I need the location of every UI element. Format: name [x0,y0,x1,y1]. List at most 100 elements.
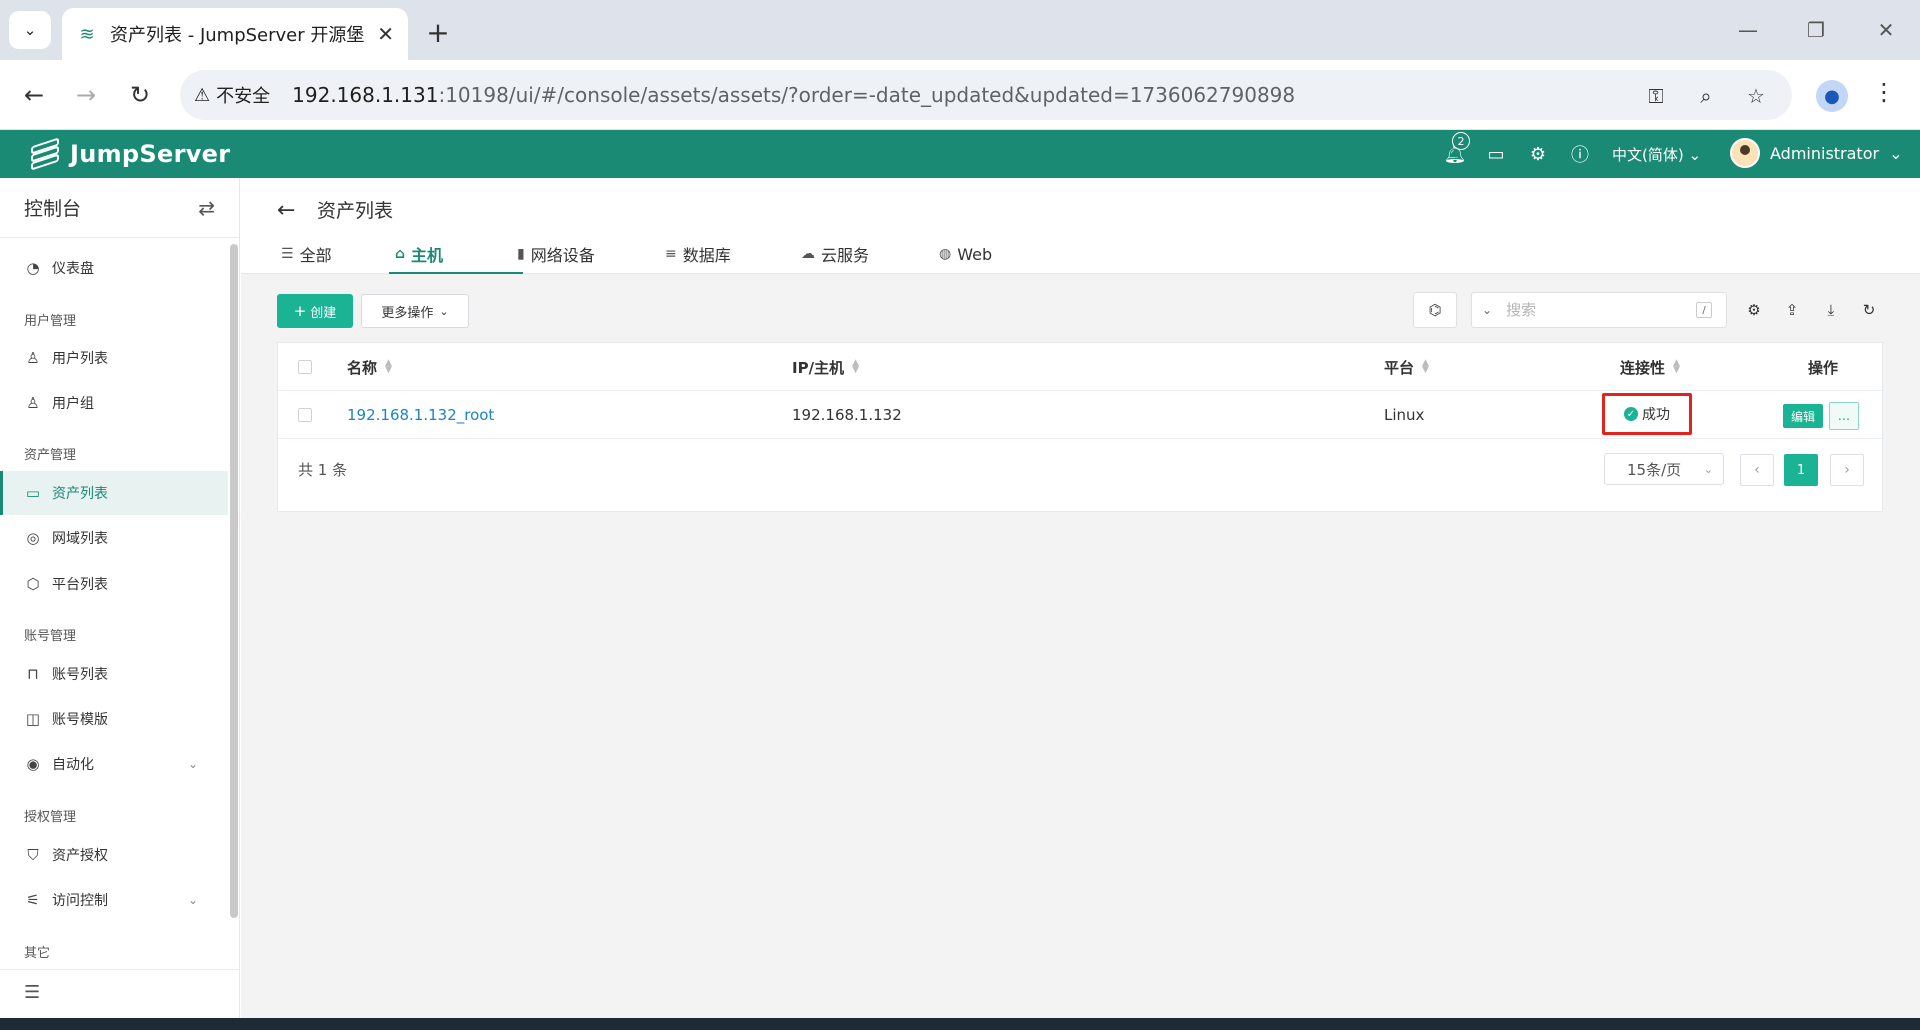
sidebar-item-label: 仪表盘 [52,261,94,277]
chevron-down-icon: ⌄ [187,893,198,907]
key-icon[interactable]: ⚿ [1642,82,1670,110]
switch-view-icon[interactable]: ⇄ [198,196,215,220]
column-label: IP/主机 [792,358,845,377]
url-text[interactable]: 192.168.1.131:10198/ui/#/console/assets/… [292,83,1295,107]
sidebar-item-label: 网域列表 [52,531,108,547]
restore-button[interactable]: ❐ [1796,14,1836,46]
chevron-down-icon: ⌄ [1688,146,1702,164]
new-tab-button[interactable]: + [420,14,456,50]
table-header: 名称 ▲ ▼ IP/主机 ▲ ▼ 平台 ▲ ▼ 连接性 ▲ ▼ 操作 [278,343,1882,391]
edit-button[interactable]: 编辑 [1783,404,1823,428]
sort-icon[interactable]: ▲ ▼ [1673,359,1680,375]
site-info-button[interactable]: ⚠ 不安全 [194,82,280,108]
jumpserver-favicon-icon: ≋ [79,23,95,45]
sidebar-item-user-list[interactable]: ♙ 用户列表 [0,336,228,380]
username: Administrator [1770,143,1880,163]
settings-icon[interactable]: ⚙ [1744,300,1764,320]
sort-icon[interactable]: ▲ ▼ [385,359,392,375]
sidebar-item-asset-permission[interactable]: ⛉ 资产授权 [0,833,228,877]
reload-icon[interactable]: ↻ [122,77,158,113]
tab-search-button[interactable]: ⌄ [9,11,51,49]
upload-icon[interactable]: ⇪ [1782,300,1802,320]
sidebar-item-automation[interactable]: ◉ 自动化 ⌄ [0,742,228,786]
url-path: :10198/ui/#/console/assets/assets/?order… [438,83,1296,107]
sidebar-item-dashboard[interactable]: ◔ 仪表盘 [0,246,228,290]
gear-icon[interactable]: ⚙ [1526,142,1550,166]
close-window-button[interactable]: ✕ [1866,14,1906,46]
zoom-icon[interactable]: ⌕ [1692,82,1720,110]
tab-web[interactable]: ◍ Web [939,236,1019,272]
chevron-down-icon[interactable]: ⌄ [1482,303,1492,317]
user-icon: ♙ [26,349,40,367]
forward-arrow-icon[interactable]: → [68,77,104,113]
cloud-icon: ☁ [801,246,815,262]
language-selector[interactable]: 中文(简体) ⌄ [1612,144,1701,165]
prev-page-button[interactable]: ‹ [1740,454,1774,486]
close-tab-icon[interactable]: ✕ [377,22,394,46]
tag-filter-button[interactable]: ⌬ [1413,292,1457,328]
column-header-name[interactable]: 名称 ▲ ▼ [347,343,392,391]
category-tabs: ☰ 全部 ⌂ 主机 ▮ 网络设备 ≡ 数据库 ☁ 云服务 ◍ Web [281,236,1019,274]
tab-cloud[interactable]: ☁ 云服务 [801,236,939,272]
user-menu[interactable]: Administrator ⌄ [1730,138,1902,168]
collapse-sidebar-button[interactable]: ☰ [0,969,240,1015]
sidebar-item-label: 资产列表 [52,486,108,502]
globe-icon: ◍ [939,246,952,262]
create-button[interactable]: + 创建 [277,294,353,328]
sort-icon[interactable]: ▲ ▼ [852,359,859,375]
sidebar-item-account-list[interactable]: ⊓ 账号列表 [0,652,228,696]
more-actions-button[interactable]: 更多操作 ⌄ [361,294,469,328]
page-number-current[interactable]: 1 [1784,454,1818,486]
page-size-select[interactable]: 15条/页 ⌄ [1604,453,1724,485]
sidebar-scrollbar[interactable] [230,244,238,918]
sidebar-item-access-control[interactable]: ⚟ 访问控制 ⌄ [0,878,228,922]
address-bar[interactable]: ⚠ 不安全 192.168.1.131:10198/ui/#/console/a… [180,70,1792,120]
column-header-connectivity[interactable]: 连接性 ▲ ▼ [1620,343,1680,391]
browser-tab[interactable]: ≋ 资产列表 - JumpServer 开源堡 ✕ [62,8,408,60]
column-label: 操作 [1808,358,1839,377]
next-page-button[interactable]: › [1830,454,1864,486]
os-taskbar [0,1018,1920,1030]
row-checkbox[interactable] [298,391,312,439]
column-header-ip[interactable]: IP/主机 ▲ ▼ [792,343,859,391]
help-icon[interactable]: ⓘ [1568,142,1592,166]
language-label: 中文(简体) [1612,146,1684,164]
sidebar-item-zone-list[interactable]: ◎ 网域列表 [0,516,228,560]
download-icon[interactable]: ⤓ [1821,300,1841,320]
search-input[interactable] [1506,301,1677,319]
tab-all[interactable]: ☰ 全部 [281,236,395,272]
column-header-platform[interactable]: 平台 ▲ ▼ [1384,343,1429,391]
sidebar-item-label: 用户列表 [52,351,108,367]
back-arrow-icon[interactable]: ← [277,198,295,223]
back-arrow-icon[interactable]: ← [16,77,52,113]
sidebar-item-label: 自动化 [52,757,94,773]
more-options-button[interactable]: ... [1829,402,1859,430]
user-group-icon: ♙ [26,394,40,412]
sort-icon[interactable]: ▲ ▼ [1422,359,1429,375]
sidebar: 控制台 ⇄ ◔ 仪表盘 用户管理 ♙ 用户列表 ♙ 用户组 资产管理 ▭ 资产列表 ◎ 网… [0,178,240,1030]
tab-database[interactable]: ≡ 数据库 [665,236,801,272]
chevron-down-icon: ⌄ [23,21,37,39]
tab-network-device[interactable]: ▮ 网络设备 [517,236,665,272]
sidebar-item-user-group[interactable]: ♙ 用户组 [0,381,228,425]
app-header: JumpServer 🔔︎ 2 ▭ ⚙ ⓘ 中文(简体) ⌄ Administr… [0,130,1920,178]
search-box[interactable]: ⌄ / [1471,292,1727,328]
device-icon: ▮ [517,246,525,262]
avatar [1730,138,1760,168]
terminal-icon[interactable]: ▭ [1484,142,1508,166]
minimize-button[interactable]: — [1728,14,1768,46]
jumpserver-logo[interactable]: JumpServer [28,137,231,171]
browser-menu-icon[interactable]: ⋮ [1872,78,1896,106]
tab-host[interactable]: ⌂ 主机 [389,236,523,274]
asset-name-link[interactable]: 192.168.1.132_root [347,391,494,439]
sidebar-item-platform-list[interactable]: ⬡ 平台列表 [0,562,228,606]
bookmark-star-icon[interactable]: ☆ [1742,82,1770,110]
refresh-icon[interactable]: ↻ [1859,300,1879,320]
profile-avatar-icon[interactable]: ● [1816,80,1848,112]
select-all-checkbox[interactable] [298,343,312,391]
sidebar-title: 控制台 [24,198,82,220]
page-header: ← 资产列表 ☰ 全部 ⌂ 主机 ▮ 网络设备 ≡ 数据库 ☁ 云服务 ◍ Web [241,178,1920,274]
sidebar-item-account-template[interactable]: ◫ 账号模版 [0,697,228,741]
brand-name: JumpServer [70,140,231,168]
sidebar-item-asset-list[interactable]: ▭ 资产列表 [0,471,228,515]
